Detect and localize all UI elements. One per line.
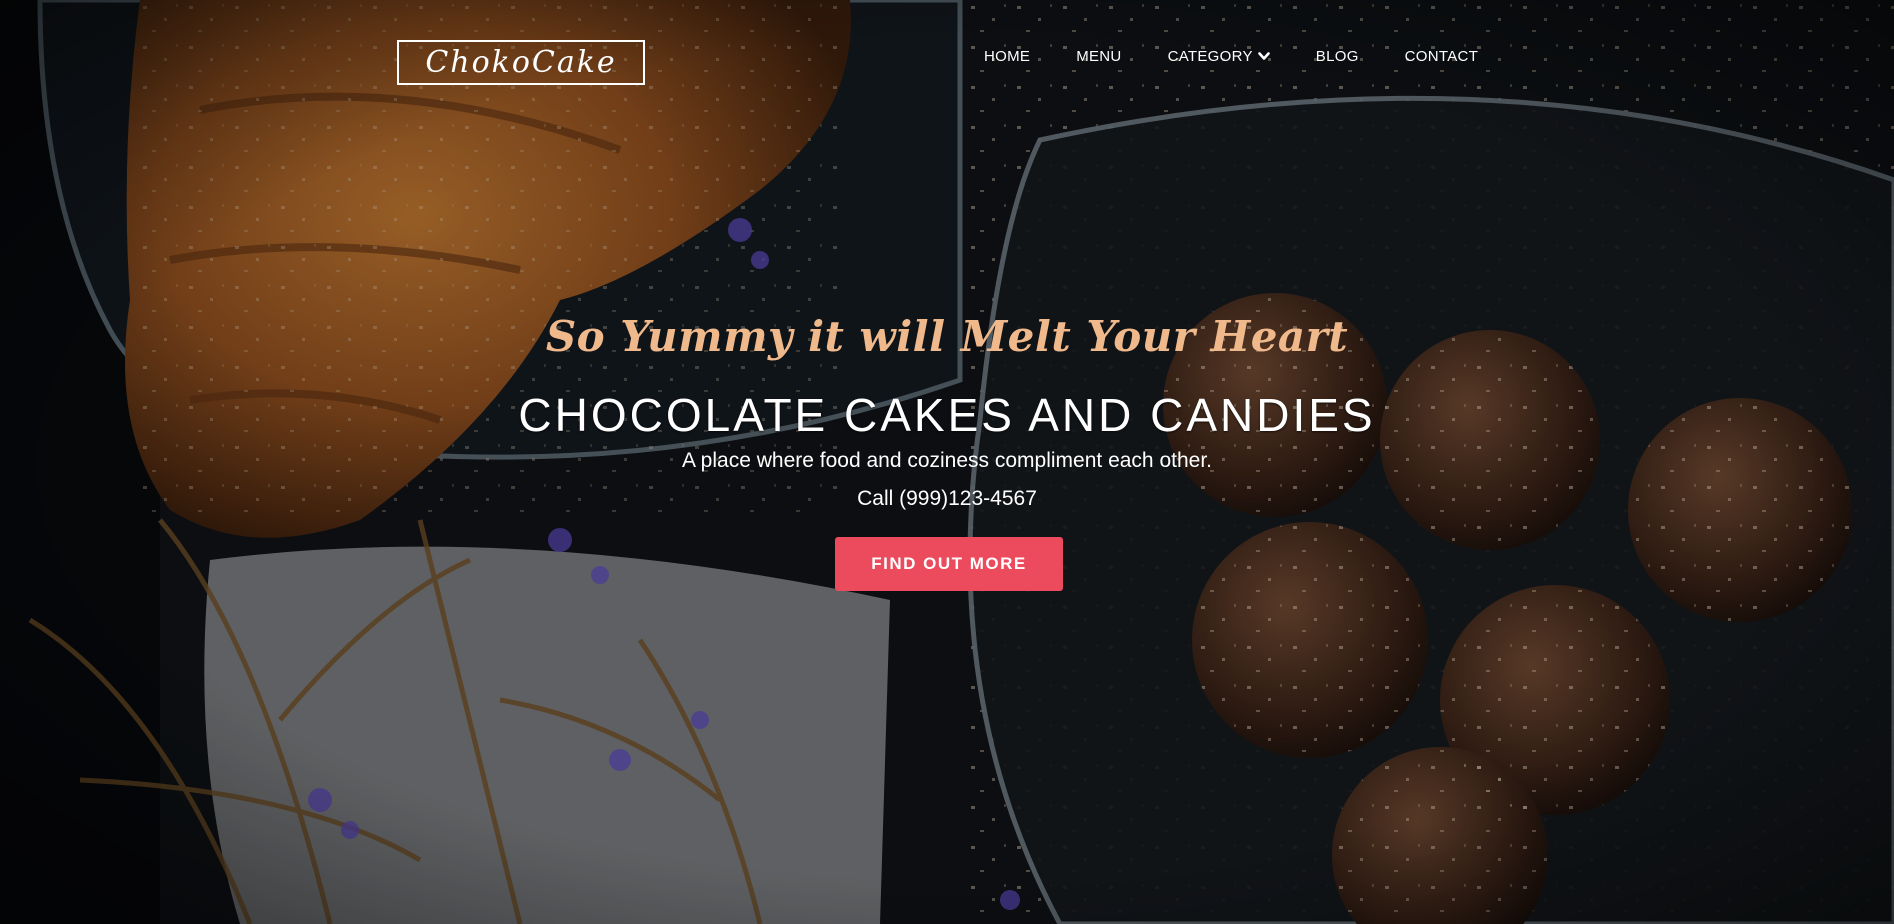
- hero-subline: A place where food and coziness complime…: [682, 449, 1212, 472]
- nav-item-menu[interactable]: MENU: [1076, 48, 1121, 65]
- chevron-down-icon: [1257, 48, 1270, 65]
- nav-item-label: CONTACT: [1404, 48, 1479, 65]
- nav-item-blog[interactable]: BLOG: [1316, 48, 1359, 65]
- nav-item-home[interactable]: HOME: [984, 48, 1030, 65]
- nav-item-category[interactable]: CATEGORY: [1168, 48, 1270, 65]
- nav-item-label: CATEGORY: [1167, 48, 1253, 65]
- nav-item-label: MENU: [1076, 48, 1122, 65]
- hero-section: ChokoCake HOME MENU CATEGORY BLOG CONTAC…: [0, 0, 1894, 924]
- nav-item-label: BLOG: [1315, 48, 1359, 65]
- brand-logo-text: ChokoCake: [425, 45, 617, 80]
- brand-logo[interactable]: ChokoCake: [397, 40, 645, 85]
- nav-item-contact[interactable]: CONTACT: [1405, 48, 1478, 65]
- hero-headline: CHOCOLATE CAKES AND CANDIES: [518, 389, 1376, 441]
- find-out-more-button[interactable]: FIND OUT MORE: [835, 537, 1063, 591]
- hero-phone: Call (999)123-4567: [857, 487, 1037, 510]
- cta-label: FIND OUT MORE: [871, 554, 1027, 573]
- nav-item-label: HOME: [984, 48, 1031, 65]
- main-nav: HOME MENU CATEGORY BLOG CONTACT: [984, 48, 1478, 65]
- hero-tagline: So Yummy it will Melt Your Heart: [545, 312, 1349, 361]
